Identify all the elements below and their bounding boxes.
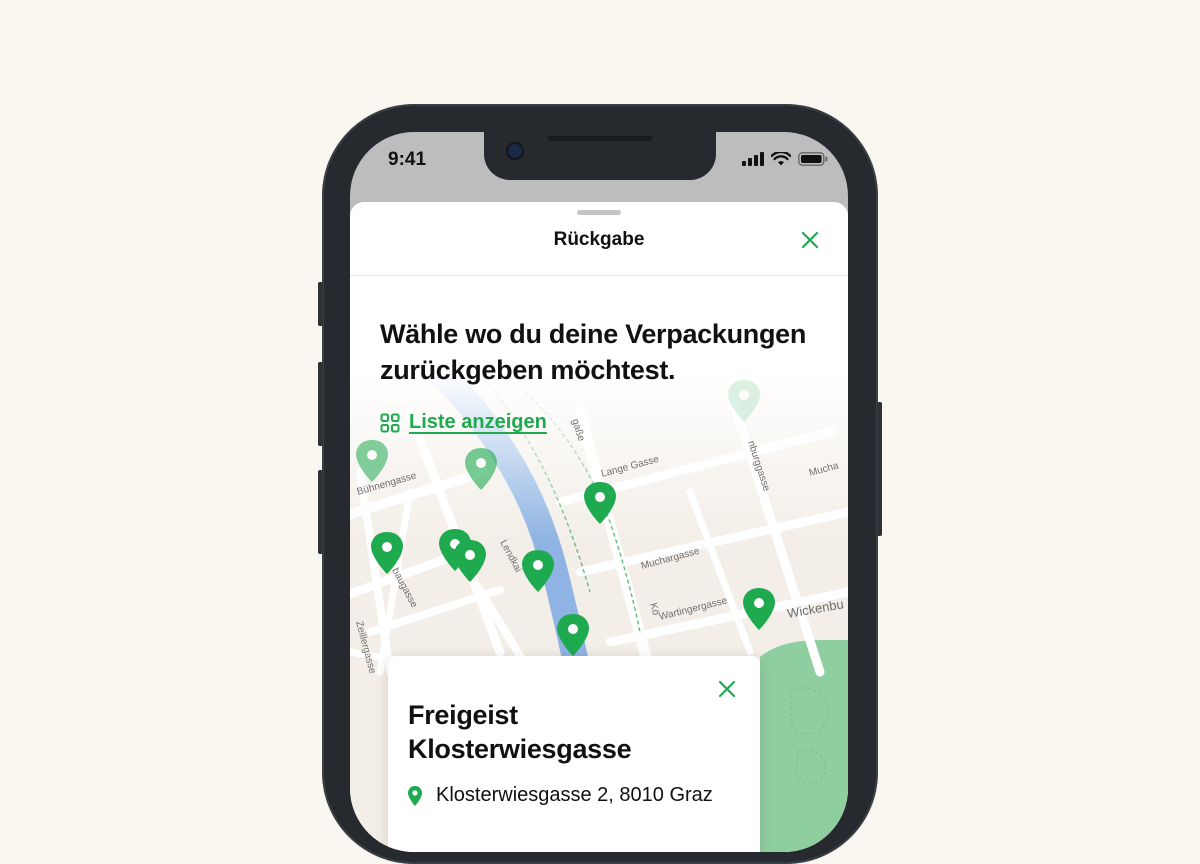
close-icon[interactable] [800, 230, 820, 250]
page-headline: Wähle wo du deine Verpackungen zurückgeb… [380, 319, 807, 385]
speaker [548, 136, 652, 141]
return-sheet: Rückgabe Lendkai Bühnengasse Lange Gasse… [350, 202, 848, 852]
phone-volume-down [318, 470, 323, 554]
location-name: Freigeist Klosterwiesgasse [408, 700, 632, 764]
address-text: Klosterwiesgasse 2, 8010 Graz [436, 784, 713, 806]
phone-volume-up [318, 362, 323, 446]
location-address: Klosterwiesgasse 2, 8010 Graz [408, 784, 713, 807]
status-time: 9:41 [388, 149, 427, 170]
close-icon[interactable] [718, 680, 736, 698]
cellular-signal-icon [742, 152, 764, 166]
phone-screen: 9:41 Rückgabe Lendkai Bühnengasse Lange … [350, 132, 848, 852]
sheet-title: Rückgabe [553, 229, 645, 250]
battery-icon [798, 152, 828, 166]
status-icons [742, 152, 828, 166]
wifi-icon [771, 152, 791, 166]
show-list-link[interactable]: Liste anzeigen [380, 411, 547, 434]
phone-side-button [318, 282, 323, 326]
camera [508, 144, 522, 158]
grid-icon [380, 413, 400, 432]
location-pin-icon [408, 785, 422, 806]
sheet-grabber[interactable] [577, 210, 621, 215]
phone-power-button [877, 402, 882, 536]
sheet-divider [350, 275, 848, 276]
location-card[interactable]: Freigeist Klosterwiesgasse Klosterwiesga… [388, 656, 760, 852]
show-list-label: Liste anzeigen [409, 411, 547, 433]
